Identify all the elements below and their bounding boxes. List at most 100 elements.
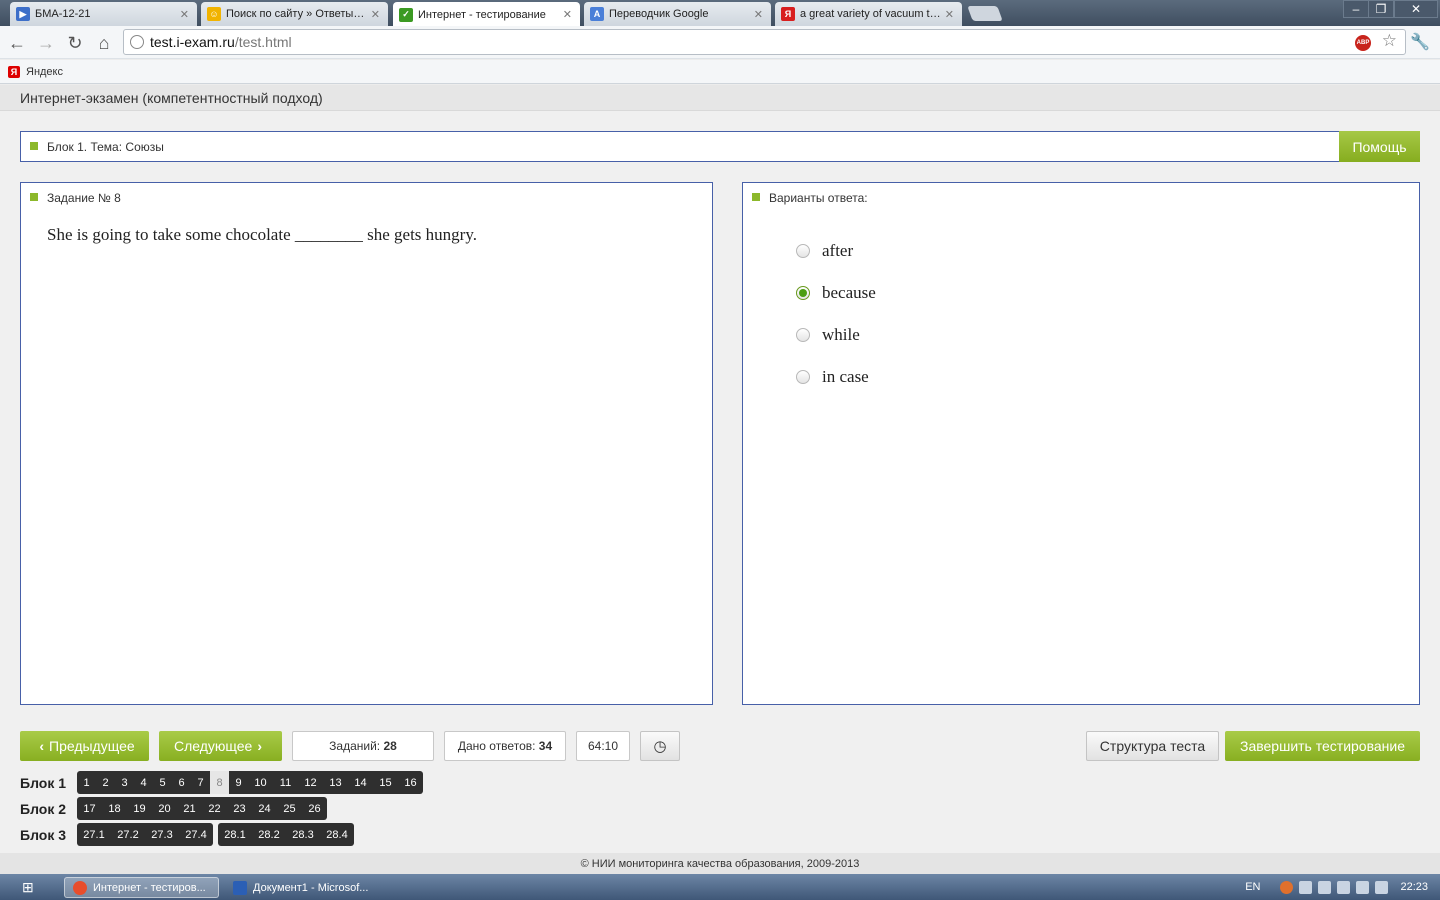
- close-icon[interactable]: ✕: [180, 8, 189, 21]
- question-number[interactable]: 19: [127, 797, 152, 820]
- taskbar-item-browser[interactable]: Интернет - тестиров...: [64, 877, 219, 898]
- question-number[interactable]: 27.3: [145, 823, 179, 846]
- close-icon[interactable]: ✕: [371, 8, 380, 21]
- question-number[interactable]: 28.1: [218, 823, 252, 846]
- block-label: Блок 1: [20, 774, 67, 791]
- question-number[interactable]: 4: [134, 771, 153, 794]
- question-number[interactable]: 26: [302, 797, 327, 820]
- question-number[interactable]: 10: [248, 771, 273, 794]
- home-icon[interactable]: ⌂: [93, 32, 115, 54]
- question-number[interactable]: 20: [152, 797, 177, 820]
- back-icon[interactable]: ←: [6, 32, 28, 54]
- language-indicator[interactable]: EN: [1245, 881, 1260, 893]
- windows-start-icon[interactable]: ⊞: [22, 879, 40, 895]
- taskbar-item-word[interactable]: Документ1 - Microsof...: [225, 877, 380, 898]
- question-number[interactable]: 25: [277, 797, 302, 820]
- question-number[interactable]: 23: [227, 797, 252, 820]
- task-panel: Задание № 8 She is going to take some ch…: [20, 182, 713, 705]
- question-number[interactable]: 7: [191, 771, 210, 794]
- radio-button[interactable]: [796, 244, 810, 258]
- question-number[interactable]: 12: [298, 771, 323, 794]
- browser-tab-3[interactable]: A Переводчик Google ✕: [584, 2, 771, 26]
- question-number-current[interactable]: 8: [210, 771, 229, 794]
- opera-icon[interactable]: [1280, 880, 1294, 894]
- reload-icon[interactable]: ↻: [64, 32, 86, 54]
- bookmark-star-icon[interactable]: ☆: [1382, 31, 1397, 51]
- finish-test-button[interactable]: Завершить тестирование: [1225, 731, 1420, 761]
- question-number[interactable]: 28.2: [252, 823, 286, 846]
- clock-icon[interactable]: ◷: [640, 731, 680, 761]
- browser-tab-2[interactable]: ✓ Интернет - тестирование ✕: [393, 2, 580, 27]
- bookmark-yandex[interactable]: Яндекс: [26, 66, 63, 78]
- window-close-icon[interactable]: ✕: [1394, 0, 1438, 18]
- restore-icon[interactable]: ❐: [1368, 0, 1394, 18]
- answer-option[interactable]: because: [796, 272, 876, 314]
- close-icon[interactable]: ✕: [945, 8, 954, 21]
- bookmarks-bar: Я Яндекс: [0, 60, 1440, 84]
- question-number[interactable]: 11: [273, 771, 298, 794]
- minimize-icon[interactable]: –: [1343, 0, 1369, 18]
- block-title: Блок 1. Тема: Союзы: [47, 139, 164, 154]
- question-number[interactable]: 6: [172, 771, 191, 794]
- tray-icon[interactable]: [1318, 880, 1332, 894]
- tab-title: Поиск по сайту » Ответы i-e: [226, 8, 367, 20]
- task-panel-header: Задание № 8: [30, 191, 121, 205]
- answers-title: Варианты ответа:: [769, 191, 868, 205]
- question-number[interactable]: 15: [373, 771, 398, 794]
- radio-button-selected[interactable]: [796, 286, 810, 300]
- tray-icon[interactable]: [1299, 880, 1313, 894]
- question-number[interactable]: 5: [153, 771, 172, 794]
- tray-icon[interactable]: [1356, 880, 1370, 894]
- answer-options: after because while in case: [796, 230, 876, 398]
- adblock-icon[interactable]: ABP: [1355, 35, 1371, 51]
- question-number[interactable]: 3: [115, 771, 134, 794]
- help-button[interactable]: Помощь: [1339, 131, 1420, 162]
- question-number[interactable]: 1: [77, 771, 96, 794]
- next-button[interactable]: Следующее ›: [159, 731, 282, 761]
- system-tray: EN 22:23: [1245, 874, 1428, 900]
- address-bar[interactable]: test.i-exam.ru/test.html ABP ☆: [123, 29, 1406, 55]
- tab-favicon-icon: ✓: [399, 7, 413, 22]
- new-tab-button[interactable]: [967, 6, 1003, 21]
- close-icon[interactable]: ✕: [754, 8, 763, 21]
- question-number[interactable]: 27.1: [77, 823, 111, 846]
- question-number[interactable]: 9: [229, 771, 248, 794]
- question-number[interactable]: 22: [202, 797, 227, 820]
- globe-icon: [130, 35, 144, 49]
- browser-tab-1[interactable]: ☺ Поиск по сайту » Ответы i-e ✕: [201, 2, 388, 26]
- bottom-controls: ‹ Предыдущее Следующее › Заданий: 28 Дан…: [20, 731, 1420, 761]
- question-number[interactable]: 2: [96, 771, 115, 794]
- tab-favicon-icon: Я: [781, 7, 795, 21]
- question-number[interactable]: 27.4: [179, 823, 213, 846]
- volume-icon[interactable]: [1375, 880, 1389, 894]
- wrench-menu-icon[interactable]: 🔧: [1410, 32, 1430, 52]
- question-number[interactable]: 14: [348, 771, 373, 794]
- answer-option[interactable]: in case: [796, 356, 876, 398]
- green-square-icon: [30, 193, 38, 201]
- question-number[interactable]: 21: [177, 797, 202, 820]
- taskbar: ⊞ Интернет - тестиров... Документ1 - Mic…: [0, 874, 1440, 900]
- answer-option[interactable]: while: [796, 314, 876, 356]
- question-number[interactable]: 27.2: [111, 823, 145, 846]
- radio-button[interactable]: [796, 328, 810, 342]
- browser-tab-0[interactable]: ▶ БМА-12-21 ✕: [10, 2, 197, 26]
- page-footer: © НИИ мониторинга качества образования, …: [0, 853, 1440, 874]
- browser-tab-4[interactable]: Я a great variety of vacuum tec ✕: [775, 2, 962, 26]
- close-icon[interactable]: ✕: [563, 8, 572, 21]
- radio-button[interactable]: [796, 370, 810, 384]
- network-icon[interactable]: [1337, 880, 1351, 894]
- question-number[interactable]: 17: [77, 797, 102, 820]
- forward-icon[interactable]: →: [35, 32, 57, 54]
- previous-button[interactable]: ‹ Предыдущее: [20, 731, 149, 761]
- question-number[interactable]: 24: [252, 797, 277, 820]
- answer-option[interactable]: after: [796, 230, 876, 272]
- answered-count: 34: [538, 739, 553, 753]
- question-number[interactable]: 13: [323, 771, 348, 794]
- question-number[interactable]: 28.4: [320, 823, 354, 846]
- test-structure-button[interactable]: Структура теста: [1086, 731, 1219, 761]
- question-number[interactable]: 28.3: [286, 823, 320, 846]
- question-number[interactable]: 18: [102, 797, 127, 820]
- question-text: She is going to take some chocolate ____…: [47, 225, 477, 244]
- answer-label: after: [822, 241, 854, 260]
- question-number[interactable]: 16: [398, 771, 423, 794]
